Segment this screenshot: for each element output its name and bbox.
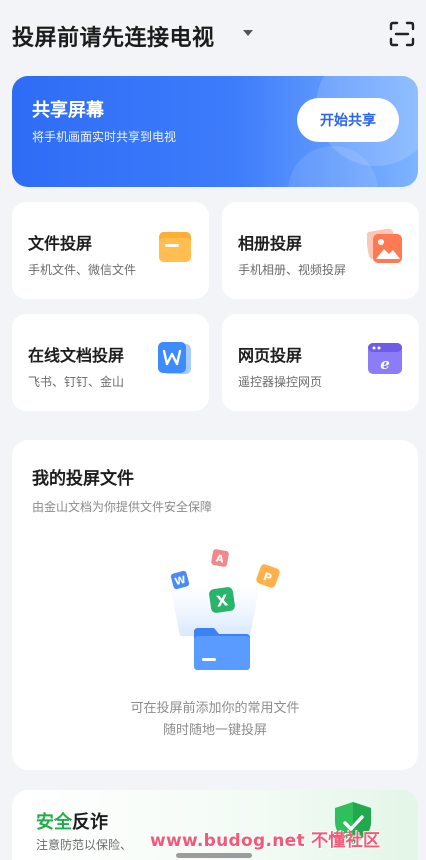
photo-icon [367,228,402,263]
share-screen-banner[interactable]: 共享屏幕 将手机画面实时共享到电视 开始共享 [12,76,418,187]
anti-fraud-title: 安全反诈 [36,808,108,834]
start-share-button[interactable]: 开始共享 [297,98,399,142]
svg-text:e: e [380,355,390,373]
album-cast-card[interactable]: 相册投屏 手机相册、视频投屏 [222,202,419,299]
my-cast-files-panel: 我的投屏文件 由金山文档为你提供文件安全保障 W A P X 可在投屏前添加你的… [12,440,418,770]
online-doc-cast-card[interactable]: 在线文档投屏 飞书、钉钉、金山 [12,314,209,411]
browser-icon: e [368,343,402,374]
card-subtitle: 手机相册、视频投屏 [238,263,347,277]
share-screen-subtitle: 将手机画面实时共享到电视 [32,130,177,144]
my-files-title: 我的投屏文件 [32,469,134,489]
anti-fraud-subtitle: 注意防范以保险、 [36,838,133,852]
anti-fraud-title-black: 反诈 [72,812,108,833]
document-icon [158,342,191,374]
scan-icon[interactable] [388,20,416,48]
home-indicator[interactable] [176,853,252,858]
header: 投屏前请先连接电视 [0,0,426,70]
web-cast-card[interactable]: 网页投屏 遥控器操控网页 e [222,314,419,411]
file-cast-card[interactable]: 文件投屏 手机文件、微信文件 [12,202,209,299]
connect-tv-title[interactable]: 投屏前请先连接电视 [12,20,215,52]
my-files-subtitle: 由金山文档为你提供文件安全保障 [32,500,213,514]
empty-hint-line2: 随时随地一键投屏 [162,723,267,738]
card-subtitle: 手机文件、微信文件 [28,263,137,277]
card-title: 文件投屏 [28,234,93,253]
card-subtitle: 遥控器操控网页 [238,375,323,389]
card-title: 相册投屏 [238,234,303,253]
card-title: 网页投屏 [238,346,303,365]
share-screen-title: 共享屏幕 [32,100,104,121]
empty-hint-line1: 可在投屏前添加你的常用文件 [130,701,300,716]
caret-down-icon[interactable] [243,30,253,36]
card-title: 在线文档投屏 [28,346,125,365]
site-watermark: www.budog.net 不懂社区 [150,831,381,851]
folder-icon [159,232,191,262]
anti-fraud-title-green: 安全 [36,812,72,833]
card-subtitle: 飞书、钉钉、金山 [28,375,125,389]
empty-files-illustration: W A P X [170,549,280,670]
